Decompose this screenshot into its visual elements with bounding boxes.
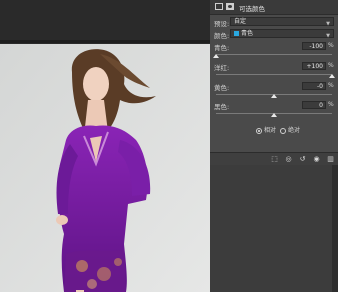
colors-value: 青色 — [241, 30, 254, 37]
slider-unit-black: % — [328, 101, 334, 108]
radio-relative[interactable]: 相对 — [256, 125, 276, 134]
slider-label-black: 黑色: — [214, 103, 230, 111]
panel-header: 可选颜色 — [210, 0, 338, 15]
radio-relative-label: 相对 — [264, 127, 277, 134]
panel-scrollbar[interactable] — [332, 165, 338, 292]
visibility-eye-icon[interactable]: ◉ — [312, 155, 321, 163]
face — [83, 67, 109, 101]
adjustment-layer-icon[interactable] — [215, 3, 223, 10]
slider-track-magenta[interactable] — [216, 74, 332, 75]
panel-footer: ⬚ ◎ ↺ ◉ ▥ — [210, 152, 338, 165]
radio-absolute[interactable]: 绝对 — [280, 125, 300, 134]
radio-relative-dot — [256, 127, 262, 134]
slider-thumb-yellow[interactable] — [271, 94, 277, 98]
view-previous-icon[interactable]: ◎ — [284, 155, 293, 163]
preset-label: 预设: — [214, 20, 230, 28]
chevron-down-icon: ▼ — [326, 33, 330, 39]
slider-value-cyan[interactable]: -100 — [302, 42, 326, 50]
preset-dropdown[interactable]: 自定 ▼ — [230, 17, 334, 27]
color-swatch — [234, 31, 239, 36]
colors-dropdown[interactable]: 青色 ▼ — [230, 29, 334, 39]
hand — [56, 215, 68, 225]
reset-icon[interactable]: ↺ — [298, 155, 307, 163]
slider-value-yellow[interactable]: -0 — [302, 82, 326, 90]
slider-label-magenta: 洋红: — [214, 64, 230, 72]
slider-unit-magenta: % — [328, 62, 334, 69]
radio-absolute-dot — [280, 127, 286, 134]
slider-unit-cyan: % — [328, 42, 334, 49]
slider-thumb-cyan[interactable] — [213, 54, 219, 58]
slider-unit-yellow: % — [328, 82, 334, 89]
slider-thumb-magenta[interactable] — [329, 74, 335, 78]
slider-value-magenta[interactable]: +100 — [302, 62, 326, 70]
trash-icon[interactable]: ▥ — [326, 155, 335, 163]
floral-pattern — [76, 260, 88, 272]
canvas-edge — [0, 40, 210, 43]
canvas-area — [0, 0, 210, 292]
colors-label: 颜色: — [214, 32, 230, 40]
slider-label-cyan: 青色: — [214, 44, 230, 52]
properties-panel: 可选颜色 预设: 自定 ▼ 颜色: 青色 ▼ 青色: -100 % 洋红: +1… — [210, 0, 338, 292]
document-background — [0, 0, 210, 44]
slider-thumb-black[interactable] — [271, 113, 277, 117]
radio-absolute-label: 绝对 — [288, 127, 301, 134]
photo-illustration — [0, 44, 210, 292]
slider-label-yellow: 黄色: — [214, 84, 230, 92]
document-photo[interactable] — [0, 44, 210, 292]
chevron-down-icon: ▼ — [326, 21, 330, 27]
slider-value-black[interactable]: 0 — [302, 101, 326, 109]
panel-title: 可选颜色 — [239, 5, 265, 13]
lower-panel-area — [210, 165, 338, 292]
clip-to-layer-icon[interactable]: ⬚ — [270, 155, 279, 163]
preset-value: 自定 — [234, 18, 247, 25]
slider-track-cyan[interactable] — [216, 54, 332, 55]
layer-mask-icon[interactable] — [226, 3, 234, 10]
